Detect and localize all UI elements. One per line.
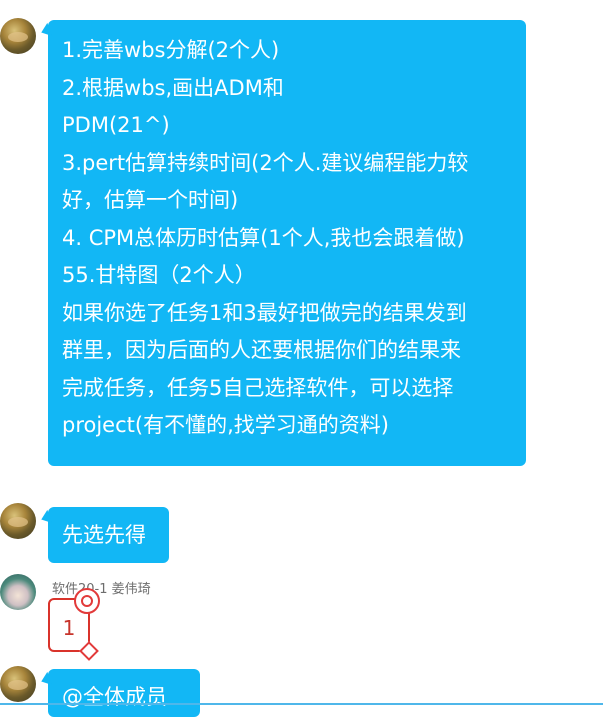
- avatar[interactable]: [0, 18, 36, 54]
- message-line: 3.pert估算持续时间(2个人.建议编程能力较: [62, 150, 469, 175]
- flower-icon: [74, 588, 100, 614]
- star-icon: [79, 641, 99, 661]
- message-text: @全体成员: [62, 685, 167, 709]
- message-line: PDM(21^): [62, 113, 170, 137]
- message-line: 完成任务，任务5自己选择软件，可以选择: [62, 375, 454, 400]
- avatar[interactable]: [0, 666, 36, 702]
- message-line: project(有不懂的,找学习通的资料): [62, 413, 389, 437]
- message-bubble[interactable]: @全体成员: [48, 669, 200, 717]
- message-line: 好，估算一个时间): [62, 188, 239, 212]
- bottom-divider: [0, 703, 603, 705]
- message-line: 55.甘特图（2个人）: [62, 263, 256, 287]
- message-line: 1.完善wbs分解(2个人): [62, 38, 280, 62]
- sender-name: 软件20-1 姜伟琦: [52, 582, 151, 597]
- message-line: 4. CPM总体历时估算(1个人,我也会跟着做): [62, 225, 465, 250]
- message-line: 如果你选了任务1和3最好把做完的结果发到: [62, 300, 467, 325]
- message-bubble[interactable]: 先选先得: [48, 507, 169, 563]
- message-line: 群里，因为后面的人还要根据你们的结果来: [62, 338, 461, 362]
- message-text: 先选先得: [62, 523, 146, 547]
- sticker-number: 1: [62, 616, 76, 640]
- sticker[interactable]: 1: [48, 588, 100, 661]
- message-bubble[interactable]: 1.完善wbs分解(2个人) 2.根据wbs,画出ADM和 PDM(21^) 3…: [48, 20, 526, 466]
- message-line: 2.根据wbs,画出ADM和: [62, 75, 284, 100]
- avatar[interactable]: [0, 574, 36, 610]
- avatar[interactable]: [0, 503, 36, 539]
